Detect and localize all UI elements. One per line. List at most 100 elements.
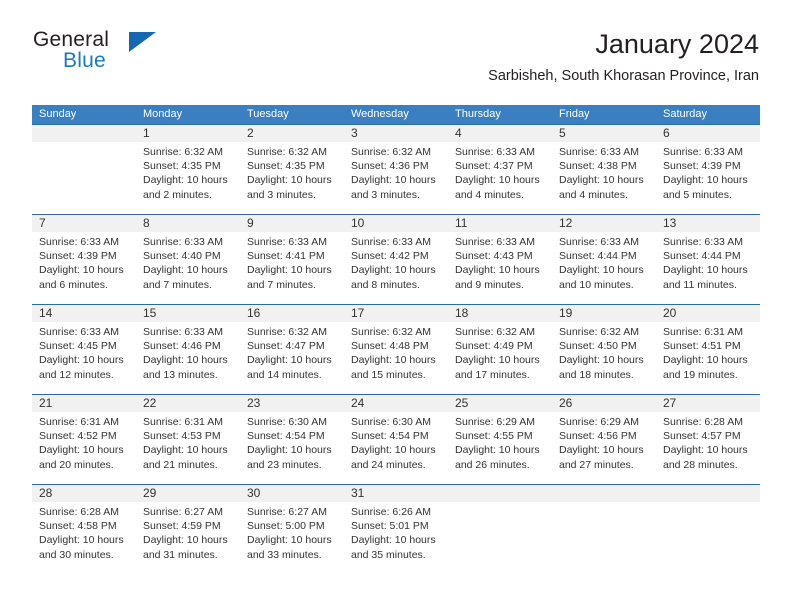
day-cell[interactable]: Sunrise: 6:33 AM Sunset: 4:41 PM Dayligh… (240, 232, 344, 304)
day-number[interactable]: 27 (656, 395, 760, 412)
sunrise-text: Sunrise: 6:33 AM (351, 236, 431, 248)
day-number[interactable]: 10 (344, 215, 448, 232)
day-cell[interactable] (448, 502, 552, 574)
day-cell[interactable]: Sunrise: 6:33 AM Sunset: 4:37 PM Dayligh… (448, 142, 552, 214)
daylight-text-line1: Daylight: 10 hours (39, 444, 124, 457)
sunrise-text: Sunrise: 6:33 AM (455, 236, 535, 248)
day-cell[interactable]: Sunrise: 6:33 AM Sunset: 4:39 PM Dayligh… (32, 232, 136, 304)
day-cell[interactable]: Sunrise: 6:33 AM Sunset: 4:44 PM Dayligh… (552, 232, 656, 304)
daylight-text-line2: and 7 minutes. (247, 278, 316, 291)
sunset-text: Sunset: 4:52 PM (39, 430, 117, 443)
day-cell[interactable]: Sunrise: 6:27 AM Sunset: 5:00 PM Dayligh… (240, 502, 344, 574)
daylight-text-line2: and 11 minutes. (663, 278, 737, 291)
daylight-text-line2: and 10 minutes. (559, 278, 634, 291)
daylight-text-line2: and 13 minutes. (143, 368, 218, 381)
day-cell[interactable]: Sunrise: 6:33 AM Sunset: 4:46 PM Dayligh… (136, 322, 240, 394)
general-blue-logo[interactable]: General Blue (33, 28, 243, 84)
day-cell[interactable] (552, 502, 656, 574)
day-cell[interactable]: Sunrise: 6:33 AM Sunset: 4:38 PM Dayligh… (552, 142, 656, 214)
daylight-text-line2: and 18 minutes. (559, 368, 634, 381)
day-cell[interactable] (32, 142, 136, 214)
day-cell[interactable]: Sunrise: 6:28 AM Sunset: 4:57 PM Dayligh… (656, 412, 760, 484)
daylight-text-line2: and 4 minutes. (455, 188, 524, 201)
day-number[interactable] (552, 485, 656, 502)
daylight-text-line1: Daylight: 10 hours (247, 174, 332, 187)
day-number[interactable]: 4 (448, 125, 552, 142)
day-number[interactable] (32, 125, 136, 142)
day-number[interactable]: 28 (32, 485, 136, 502)
sunset-text: Sunset: 4:44 PM (559, 250, 637, 263)
day-number[interactable]: 30 (240, 485, 344, 502)
weekday-header-wednesday: Wednesday (351, 108, 409, 120)
day-number[interactable]: 20 (656, 305, 760, 322)
sunrise-text: Sunrise: 6:33 AM (247, 236, 327, 248)
day-number[interactable]: 14 (32, 305, 136, 322)
day-number[interactable]: 31 (344, 485, 448, 502)
daylight-text-line2: and 26 minutes. (455, 458, 530, 471)
day-cell[interactable]: Sunrise: 6:33 AM Sunset: 4:42 PM Dayligh… (344, 232, 448, 304)
day-number[interactable]: 5 (552, 125, 656, 142)
daylight-text-line1: Daylight: 10 hours (663, 174, 748, 187)
day-number[interactable]: 25 (448, 395, 552, 412)
day-cell[interactable]: Sunrise: 6:33 AM Sunset: 4:44 PM Dayligh… (656, 232, 760, 304)
day-cell[interactable]: Sunrise: 6:32 AM Sunset: 4:47 PM Dayligh… (240, 322, 344, 394)
day-cell[interactable]: Sunrise: 6:31 AM Sunset: 4:53 PM Dayligh… (136, 412, 240, 484)
day-cell[interactable] (656, 502, 760, 574)
daylight-text-line1: Daylight: 10 hours (559, 354, 644, 367)
daylight-text-line2: and 17 minutes. (455, 368, 530, 381)
day-number[interactable]: 17 (344, 305, 448, 322)
day-number[interactable]: 21 (32, 395, 136, 412)
day-number[interactable]: 7 (32, 215, 136, 232)
day-number[interactable]: 13 (656, 215, 760, 232)
day-cell[interactable]: Sunrise: 6:30 AM Sunset: 4:54 PM Dayligh… (240, 412, 344, 484)
day-cell[interactable]: Sunrise: 6:30 AM Sunset: 4:54 PM Dayligh… (344, 412, 448, 484)
day-number[interactable]: 11 (448, 215, 552, 232)
day-number[interactable]: 12 (552, 215, 656, 232)
daylight-text-line2: and 2 minutes. (143, 188, 212, 201)
day-cell[interactable]: Sunrise: 6:33 AM Sunset: 4:40 PM Dayligh… (136, 232, 240, 304)
weekday-header-sunday: Sunday (39, 108, 77, 120)
day-number[interactable]: 15 (136, 305, 240, 322)
day-number[interactable] (448, 485, 552, 502)
day-cell[interactable]: Sunrise: 6:32 AM Sunset: 4:35 PM Dayligh… (240, 142, 344, 214)
day-cell[interactable]: Sunrise: 6:28 AM Sunset: 4:58 PM Dayligh… (32, 502, 136, 574)
sunrise-text: Sunrise: 6:29 AM (455, 416, 535, 428)
day-cell[interactable]: Sunrise: 6:27 AM Sunset: 4:59 PM Dayligh… (136, 502, 240, 574)
sunset-text: Sunset: 4:44 PM (663, 250, 741, 263)
sunrise-text: Sunrise: 6:32 AM (247, 326, 327, 338)
sunset-text: Sunset: 4:37 PM (455, 160, 533, 173)
daylight-text-line1: Daylight: 10 hours (351, 354, 436, 367)
day-number[interactable]: 29 (136, 485, 240, 502)
day-number[interactable]: 16 (240, 305, 344, 322)
day-cell[interactable]: Sunrise: 6:33 AM Sunset: 4:43 PM Dayligh… (448, 232, 552, 304)
sunset-text: Sunset: 4:54 PM (247, 430, 325, 443)
day-cell[interactable]: Sunrise: 6:29 AM Sunset: 4:55 PM Dayligh… (448, 412, 552, 484)
day-cell[interactable]: Sunrise: 6:31 AM Sunset: 4:52 PM Dayligh… (32, 412, 136, 484)
day-cell[interactable]: Sunrise: 6:32 AM Sunset: 4:50 PM Dayligh… (552, 322, 656, 394)
day-cell[interactable]: Sunrise: 6:32 AM Sunset: 4:49 PM Dayligh… (448, 322, 552, 394)
day-cell[interactable]: Sunrise: 6:29 AM Sunset: 4:56 PM Dayligh… (552, 412, 656, 484)
day-cell[interactable]: Sunrise: 6:33 AM Sunset: 4:45 PM Dayligh… (32, 322, 136, 394)
day-number[interactable]: 22 (136, 395, 240, 412)
day-cell[interactable]: Sunrise: 6:26 AM Sunset: 5:01 PM Dayligh… (344, 502, 448, 574)
sunrise-text: Sunrise: 6:32 AM (143, 146, 223, 158)
day-number[interactable]: 8 (136, 215, 240, 232)
day-number[interactable]: 26 (552, 395, 656, 412)
day-cell[interactable]: Sunrise: 6:32 AM Sunset: 4:48 PM Dayligh… (344, 322, 448, 394)
day-number[interactable]: 18 (448, 305, 552, 322)
day-cell[interactable]: Sunrise: 6:32 AM Sunset: 4:36 PM Dayligh… (344, 142, 448, 214)
day-number[interactable]: 23 (240, 395, 344, 412)
day-number[interactable]: 24 (344, 395, 448, 412)
week-detail-row: Sunrise: 6:33 AM Sunset: 4:45 PM Dayligh… (32, 322, 760, 394)
day-cell[interactable]: Sunrise: 6:33 AM Sunset: 4:39 PM Dayligh… (656, 142, 760, 214)
day-cell[interactable]: Sunrise: 6:32 AM Sunset: 4:35 PM Dayligh… (136, 142, 240, 214)
day-number[interactable]: 2 (240, 125, 344, 142)
day-cell[interactable]: Sunrise: 6:31 AM Sunset: 4:51 PM Dayligh… (656, 322, 760, 394)
day-number[interactable]: 6 (656, 125, 760, 142)
day-number[interactable]: 1 (136, 125, 240, 142)
day-number[interactable]: 19 (552, 305, 656, 322)
sunrise-text: Sunrise: 6:27 AM (143, 506, 223, 518)
day-number[interactable]: 9 (240, 215, 344, 232)
day-number[interactable] (656, 485, 760, 502)
day-number[interactable]: 3 (344, 125, 448, 142)
